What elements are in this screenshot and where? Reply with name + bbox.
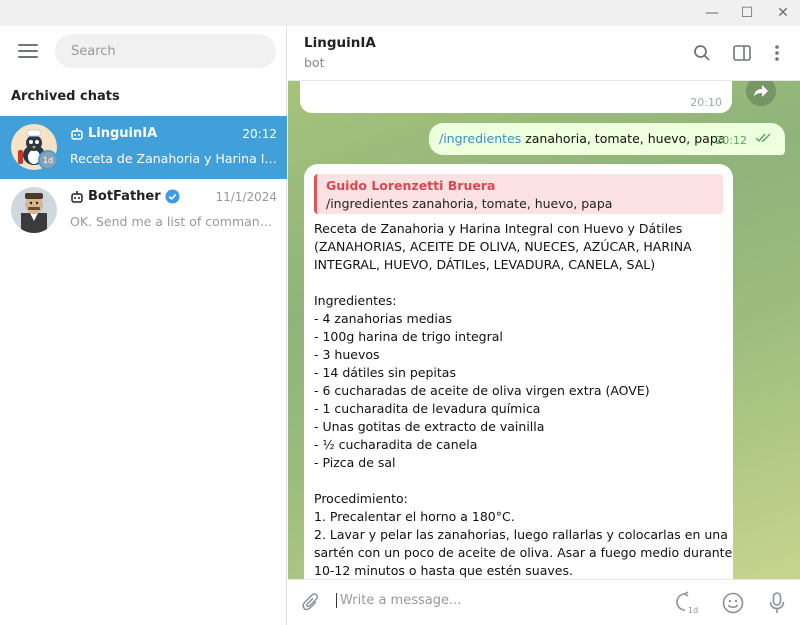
window-titlebar: — ☐ ✕ [0, 0, 800, 26]
previous-message[interactable]: 20:10 [300, 81, 732, 113]
message-line: - 14 dátiles sin pepitas [314, 365, 456, 380]
attach-icon[interactable] [298, 590, 324, 616]
reply-text: /ingredientes zanahoria, tomate, huevo, … [326, 196, 613, 211]
message-line [314, 274, 724, 292]
section-title: Archived chats [11, 89, 120, 104]
message-time: 20:10 [690, 96, 722, 109]
menu-icon[interactable] [18, 44, 38, 58]
forward-icon[interactable] [746, 81, 776, 106]
message-line: - 3 huevos [314, 347, 380, 362]
read-check-icon [755, 133, 771, 143]
message-input[interactable]: Write a message... [336, 593, 461, 608]
timer-badge: 1d [38, 150, 58, 170]
message-line: - Unas gotitas de extracto de vainilla [314, 419, 545, 434]
avatar [11, 187, 57, 233]
message-line: - 6 cucharadas de aceite de oliva virgen… [314, 383, 650, 398]
chat-time: 20:12 [242, 127, 277, 141]
chat-subtitle: bot [304, 55, 325, 70]
outgoing-message[interactable]: /ingredientes zanahoria, tomate, huevo, … [429, 123, 785, 155]
message-line: 2. Lavar y pelar las zanahorias, luego r… [314, 527, 728, 542]
maximize-button[interactable]: ☐ [732, 0, 762, 26]
message-line: - Pizca de sal [314, 455, 396, 470]
message-line: (ZANAHORIAS, ACEITE DE OLIVA, NUECES, AZ… [314, 239, 692, 254]
chat-item-botfather[interactable]: BotFather 11/1/2024 OK. Send me a list o… [0, 179, 287, 242]
outgoing-args: zanahoria, tomate, huevo, papa [521, 131, 726, 146]
outgoing-message-text: /ingredientes zanahoria, tomate, huevo, … [439, 131, 725, 146]
incoming-message[interactable]: Guido Lorenzetti Bruera /ingredientes za… [304, 164, 733, 579]
command-link[interactable]: /ingredientes [439, 131, 521, 146]
sidebar-toggle-icon[interactable] [729, 40, 755, 66]
message-time: 20:12 [715, 134, 747, 147]
verified-icon [165, 189, 180, 204]
chat-name: BotFather [70, 189, 180, 204]
search-input[interactable]: Search [55, 34, 276, 68]
chat-name: LinguinIA [70, 126, 157, 141]
microphone-icon[interactable] [764, 590, 790, 616]
message-line: - 4 zanahorias medias [314, 311, 452, 326]
message-line: INTEGRAL, HUEVO, DÁTILes, LEVADURA, CANE… [314, 257, 656, 272]
message-line: - 1 cucharadita de levadura química [314, 401, 541, 416]
close-button[interactable]: ✕ [768, 0, 798, 26]
more-options-icon[interactable] [764, 40, 790, 66]
message-line: 10-12 minutos o hasta que estén suaves. [314, 563, 573, 578]
message-line: Receta de Zanahoria y Harina Integral co… [314, 221, 683, 236]
minimize-button[interactable]: — [697, 0, 727, 26]
message-body: Receta de Zanahoria y Harina Integral co… [314, 220, 733, 579]
chat-name-text: LinguinIA [88, 126, 158, 141]
chat-name-text: BotFather [88, 189, 161, 204]
search-icon[interactable] [689, 40, 715, 66]
message-composer: Write a message... 1d [288, 579, 800, 625]
bot-icon [71, 190, 83, 203]
message-line: - 100g harina de trigo integral [314, 329, 503, 344]
message-line: Procedimiento: [314, 491, 408, 506]
chat-panel: LinguinIA bot 20:10 /ingredientes zanaho… [288, 26, 800, 625]
chat-preview: OK. Send me a list of commands for your … [70, 214, 277, 229]
bot-icon [71, 127, 83, 140]
chat-item-linguinia[interactable]: 1d LinguinIA 20:12 Receta de Zanahoria y… [0, 116, 287, 179]
message-line: 1. Precalentar el horno a 180°C. [314, 509, 515, 524]
self-destruct-timer-icon[interactable]: 1d [674, 590, 700, 616]
timer-label: 1d [688, 606, 698, 615]
chat-time: 11/1/2024 [215, 190, 277, 204]
chat-title[interactable]: LinguinIA [304, 35, 376, 51]
emoji-icon[interactable] [720, 590, 746, 616]
chat-preview: Receta de Zanahoria y Harina Integral co… [70, 151, 277, 166]
message-line: Ingredientes: [314, 293, 397, 308]
message-line: sartén con un poco de aceite de oliva. A… [314, 545, 733, 560]
chat-header: LinguinIA bot [288, 26, 800, 81]
message-line: - ½ cucharadita de canela [314, 437, 478, 452]
sidebar: Search Archived chats 1d LinguinIA 20:12… [0, 26, 287, 625]
reply-quote[interactable]: Guido Lorenzetti Bruera /ingredientes za… [314, 174, 723, 214]
reply-author: Guido Lorenzetti Bruera [326, 178, 496, 193]
message-area[interactable]: 20:10 /ingredientes zanahoria, tomate, h… [288, 81, 800, 579]
message-line [314, 472, 724, 490]
